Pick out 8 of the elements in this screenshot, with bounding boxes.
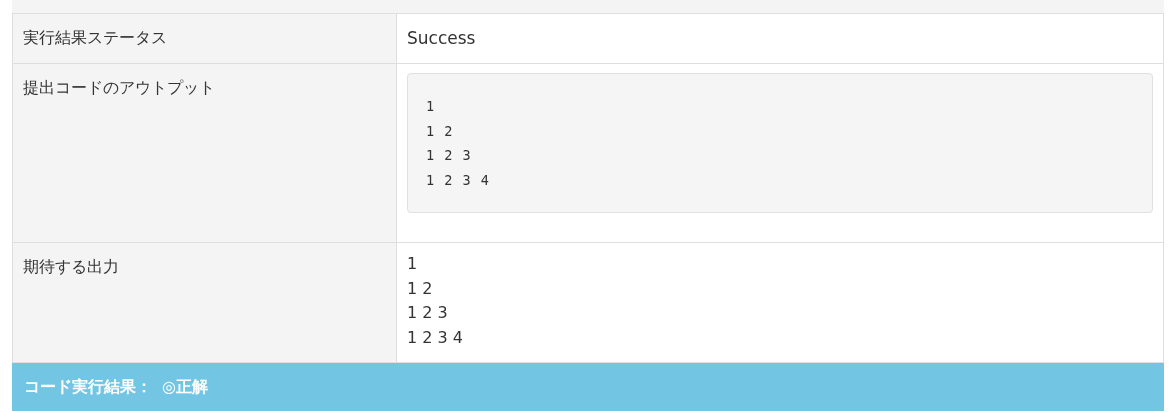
row-label: 期待する出力 <box>23 257 119 276</box>
expected-output: 1 1 2 1 2 3 1 2 3 4 <box>407 253 464 349</box>
status-value: Success <box>407 28 476 48</box>
banner-label: コード実行結果： <box>24 376 152 398</box>
row-label: 実行結果ステータス <box>23 28 167 47</box>
code-output: 1 1 2 1 2 3 1 2 3 4 <box>407 73 1153 213</box>
row-label: 提出コードのアウトプット <box>23 78 215 97</box>
verdict: ◎正解 <box>162 376 208 398</box>
